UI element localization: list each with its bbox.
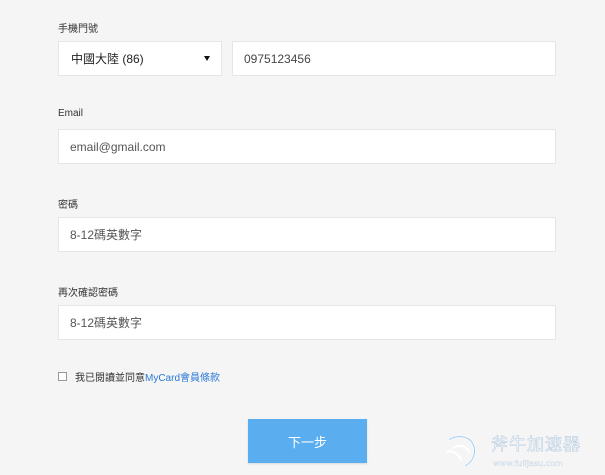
- email-label: Email: [58, 108, 84, 119]
- next-step-button[interactable]: 下一步: [248, 419, 367, 463]
- watermark-url: www.fuiijasu.com: [493, 459, 563, 468]
- terms-link[interactable]: MyCard會員條款: [145, 369, 220, 384]
- country-code-value: 中國大陸 (86): [71, 52, 144, 66]
- phone-number-field-box: [232, 41, 556, 76]
- terms-text: 我已閱讀並同意: [75, 373, 145, 384]
- chevron-down-icon: [204, 56, 210, 61]
- phone-label: 手機門號: [58, 24, 98, 35]
- watermark-title: 斧牛加速器: [491, 435, 581, 455]
- register-form-page: 手機門號 中國大陸 (86) Email 密碼 再次確認密碼 我已閱讀並同意 M…: [0, 0, 605, 475]
- password-input[interactable]: [59, 218, 555, 251]
- confirm-password-field-box: [58, 305, 556, 340]
- confirm-password-input[interactable]: [59, 306, 555, 339]
- terms-checkbox[interactable]: [58, 372, 67, 381]
- password-field-box: [58, 217, 556, 252]
- confirm-password-label: 再次確認密碼: [58, 288, 118, 299]
- email-input[interactable]: [59, 130, 555, 163]
- country-code-select[interactable]: 中國大陸 (86): [58, 41, 222, 76]
- watermark-logo: 斧牛加速器 www.fuiijasu.com: [446, 435, 581, 468]
- phone-number-input[interactable]: [233, 42, 555, 75]
- password-label: 密碼: [58, 200, 78, 211]
- terms-agreement: 我已閱讀並同意 MyCard會員條款: [58, 369, 220, 384]
- email-field-box: [58, 129, 556, 164]
